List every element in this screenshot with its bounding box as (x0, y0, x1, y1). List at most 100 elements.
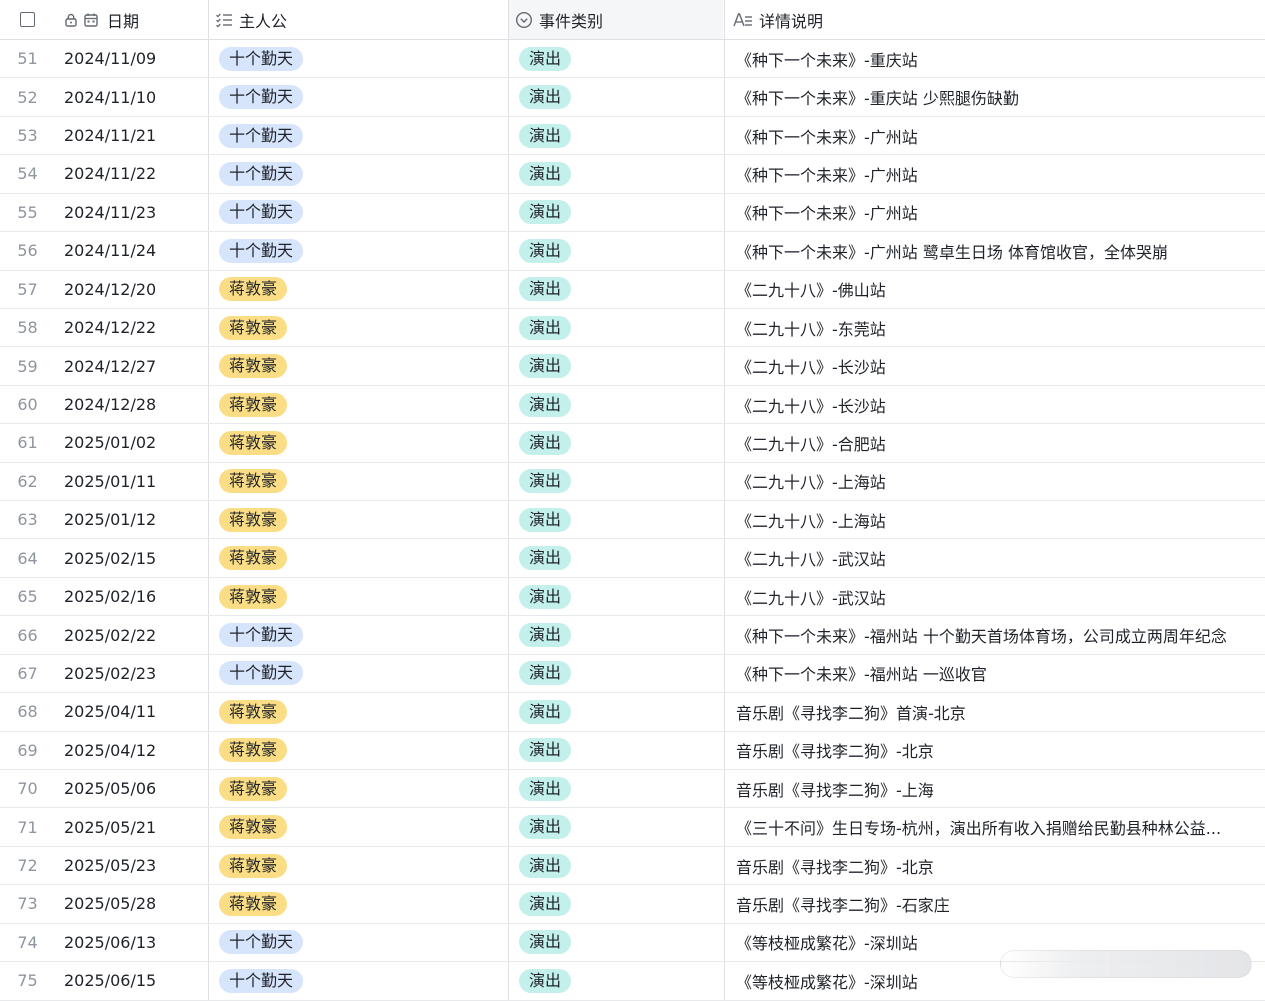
cell-host[interactable]: 十个勤天 (208, 654, 507, 693)
cell-date[interactable]: 2024/12/27 (55, 347, 207, 384)
table-row[interactable]: 66 2025/02/22 十个勤天 演出 《种下一个未来》-福州站 十个勤天首… (0, 616, 1265, 655)
table-row[interactable]: 72 2025/05/23 蒋敦豪 演出 音乐剧《寻找李二狗》-北京 (0, 846, 1265, 886)
cell-host[interactable]: 十个勤天 (208, 193, 507, 232)
cell-date[interactable]: 2024/12/20 (55, 271, 207, 308)
cell-host[interactable]: 十个勤天 (208, 40, 507, 78)
table-row[interactable]: 58 2024/12/22 蒋敦豪 演出 《二九十八》-东莞站 (0, 308, 1265, 348)
cell-detail[interactable]: 音乐剧《寻找李二狗》-北京 (724, 731, 1265, 770)
table-row[interactable]: 52 2024/11/10 十个勤天 演出 《种下一个未来》-重庆站 少熙腿伤缺… (0, 78, 1265, 117)
cell-type[interactable]: 演出 (508, 462, 723, 501)
cell-detail[interactable]: 《二九十八》-佛山站 (724, 270, 1265, 308)
cell-date[interactable]: 2025/02/22 (55, 616, 207, 653)
cell-host[interactable]: 蒋敦豪 (208, 770, 507, 808)
cell-date[interactable]: 2025/02/15 (55, 539, 207, 576)
cell-type[interactable]: 演出 (508, 347, 723, 385)
select-all-checkbox[interactable] (20, 12, 35, 27)
table-row[interactable]: 65 2025/02/16 蒋敦豪 演出 《二九十八》-武汉站 (0, 577, 1265, 617)
cell-host[interactable]: 十个勤天 (208, 232, 507, 270)
cell-host[interactable]: 蒋敦豪 (208, 501, 507, 539)
table-row[interactable]: 55 2024/11/23 十个勤天 演出 《种下一个未来》-广州站 (0, 193, 1265, 233)
cell-detail[interactable]: 《二九十八》-上海站 (724, 501, 1265, 539)
cell-date[interactable]: 2025/01/11 (55, 463, 207, 500)
table-row[interactable]: 70 2025/05/06 蒋敦豪 演出 音乐剧《寻找李二狗》-上海 (0, 770, 1265, 809)
cell-date[interactable]: 2024/11/22 (55, 155, 207, 192)
cell-date[interactable]: 2024/11/10 (55, 78, 207, 115)
cell-date[interactable]: 2024/11/23 (55, 194, 207, 231)
cell-detail[interactable]: 《种下一个未来》-广州站 (724, 193, 1265, 232)
cell-date[interactable]: 2025/05/23 (55, 847, 207, 884)
cell-type[interactable]: 演出 (508, 654, 723, 693)
cell-type[interactable]: 演出 (508, 116, 723, 155)
cell-detail[interactable]: 音乐剧《寻找李二狗》-石家庄 (724, 885, 1265, 923)
cell-date[interactable]: 2024/12/28 (55, 386, 207, 423)
cell-date[interactable]: 2025/05/06 (55, 770, 207, 807)
cell-detail[interactable]: 《三十不问》生日专场-杭州，演出所有收入捐赠给民勤县种林公益... (724, 808, 1265, 846)
cell-host[interactable]: 十个勤天 (208, 962, 507, 1000)
cell-type[interactable]: 演出 (508, 501, 723, 539)
cell-host[interactable]: 蒋敦豪 (208, 424, 507, 462)
cell-type[interactable]: 演出 (508, 155, 723, 193)
cell-host[interactable]: 蒋敦豪 (208, 693, 507, 731)
cell-host[interactable]: 十个勤天 (208, 78, 507, 116)
cell-detail[interactable]: 《种下一个未来》-福州站 十个勤天首场体育场，公司成立两周年纪念 (724, 616, 1265, 654)
cell-host[interactable]: 十个勤天 (208, 155, 507, 193)
table-row[interactable]: 54 2024/11/22 十个勤天 演出 《种下一个未来》-广州站 (0, 155, 1265, 194)
table-row[interactable]: 51 2024/11/09 十个勤天 演出 《种下一个未来》-重庆站 (0, 40, 1265, 79)
column-header-date[interactable]: 日期 (55, 0, 207, 39)
table-row[interactable]: 57 2024/12/20 蒋敦豪 演出 《二九十八》-佛山站 (0, 270, 1265, 309)
cell-host[interactable]: 蒋敦豪 (208, 385, 507, 424)
cell-type[interactable]: 演出 (508, 270, 723, 308)
cell-host[interactable]: 蒋敦豪 (208, 885, 507, 923)
cell-host[interactable]: 蒋敦豪 (208, 308, 507, 347)
cell-date[interactable]: 2025/06/13 (55, 924, 207, 961)
cell-date[interactable]: 2025/01/12 (55, 501, 207, 538)
cell-type[interactable]: 演出 (508, 693, 723, 731)
column-header-type[interactable]: 事件类别 (508, 0, 723, 39)
table-row[interactable]: 59 2024/12/27 蒋敦豪 演出 《二九十八》-长沙站 (0, 347, 1265, 386)
cell-date[interactable]: 2025/02/16 (55, 578, 207, 615)
table-row[interactable]: 60 2024/12/28 蒋敦豪 演出 《二九十八》-长沙站 (0, 385, 1265, 425)
cell-detail[interactable]: 《种下一个未来》-重庆站 (724, 40, 1265, 78)
table-row[interactable]: 71 2025/05/21 蒋敦豪 演出 《三十不问》生日专场-杭州，演出所有收… (0, 808, 1265, 847)
horizontal-scrollbar[interactable] (1000, 950, 1252, 978)
cell-type[interactable]: 演出 (508, 731, 723, 770)
cell-detail[interactable]: 《种下一个未来》-广州站 (724, 155, 1265, 193)
cell-host[interactable]: 十个勤天 (208, 616, 507, 654)
cell-type[interactable]: 演出 (508, 770, 723, 808)
table-row[interactable]: 53 2024/11/21 十个勤天 演出 《种下一个未来》-广州站 (0, 116, 1265, 156)
cell-detail[interactable]: 《种下一个未来》-广州站 (724, 116, 1265, 155)
cell-detail[interactable]: 《二九十八》-东莞站 (724, 308, 1265, 347)
table-row[interactable]: 64 2025/02/15 蒋敦豪 演出 《二九十八》-武汉站 (0, 539, 1265, 578)
table-row[interactable]: 67 2025/02/23 十个勤天 演出 《种下一个未来》-福州站 一巡收官 (0, 654, 1265, 694)
cell-type[interactable]: 演出 (508, 577, 723, 616)
cell-type[interactable]: 演出 (508, 308, 723, 347)
table-row[interactable]: 62 2025/01/11 蒋敦豪 演出 《二九十八》-上海站 (0, 462, 1265, 502)
table-row[interactable]: 61 2025/01/02 蒋敦豪 演出 《二九十八》-合肥站 (0, 424, 1265, 463)
table-row[interactable]: 73 2025/05/28 蒋敦豪 演出 音乐剧《寻找李二狗》-石家庄 (0, 885, 1265, 924)
table-row[interactable]: 63 2025/01/12 蒋敦豪 演出 《二九十八》-上海站 (0, 501, 1265, 540)
cell-detail[interactable]: 音乐剧《寻找李二狗》首演-北京 (724, 693, 1265, 731)
cell-host[interactable]: 蒋敦豪 (208, 270, 507, 308)
cell-date[interactable]: 2025/06/15 (55, 962, 207, 999)
cell-date[interactable]: 2024/12/22 (55, 309, 207, 346)
cell-detail[interactable]: 音乐剧《寻找李二狗》-上海 (724, 770, 1265, 808)
cell-host[interactable]: 蒋敦豪 (208, 539, 507, 577)
cell-type[interactable]: 演出 (508, 923, 723, 962)
cell-detail[interactable]: 《二九十八》-武汉站 (724, 539, 1265, 577)
cell-host[interactable]: 蒋敦豪 (208, 347, 507, 385)
cell-date[interactable]: 2024/11/24 (55, 232, 207, 269)
cell-detail[interactable]: 《二九十八》-上海站 (724, 462, 1265, 501)
cell-date[interactable]: 2025/02/23 (55, 655, 207, 692)
cell-date[interactable]: 2025/01/02 (55, 424, 207, 461)
cell-date[interactable]: 2024/11/09 (55, 40, 207, 77)
cell-date[interactable]: 2025/05/28 (55, 885, 207, 922)
cell-type[interactable]: 演出 (508, 885, 723, 923)
cell-date[interactable]: 2025/05/21 (55, 808, 207, 845)
cell-type[interactable]: 演出 (508, 962, 723, 1000)
cell-host[interactable]: 蒋敦豪 (208, 808, 507, 846)
cell-detail[interactable]: 《种下一个未来》-福州站 一巡收官 (724, 654, 1265, 693)
cell-type[interactable]: 演出 (508, 40, 723, 78)
table-row[interactable]: 68 2025/04/11 蒋敦豪 演出 音乐剧《寻找李二狗》首演-北京 (0, 693, 1265, 732)
cell-detail[interactable]: 《二九十八》-合肥站 (724, 424, 1265, 462)
cell-host[interactable]: 蒋敦豪 (208, 731, 507, 770)
